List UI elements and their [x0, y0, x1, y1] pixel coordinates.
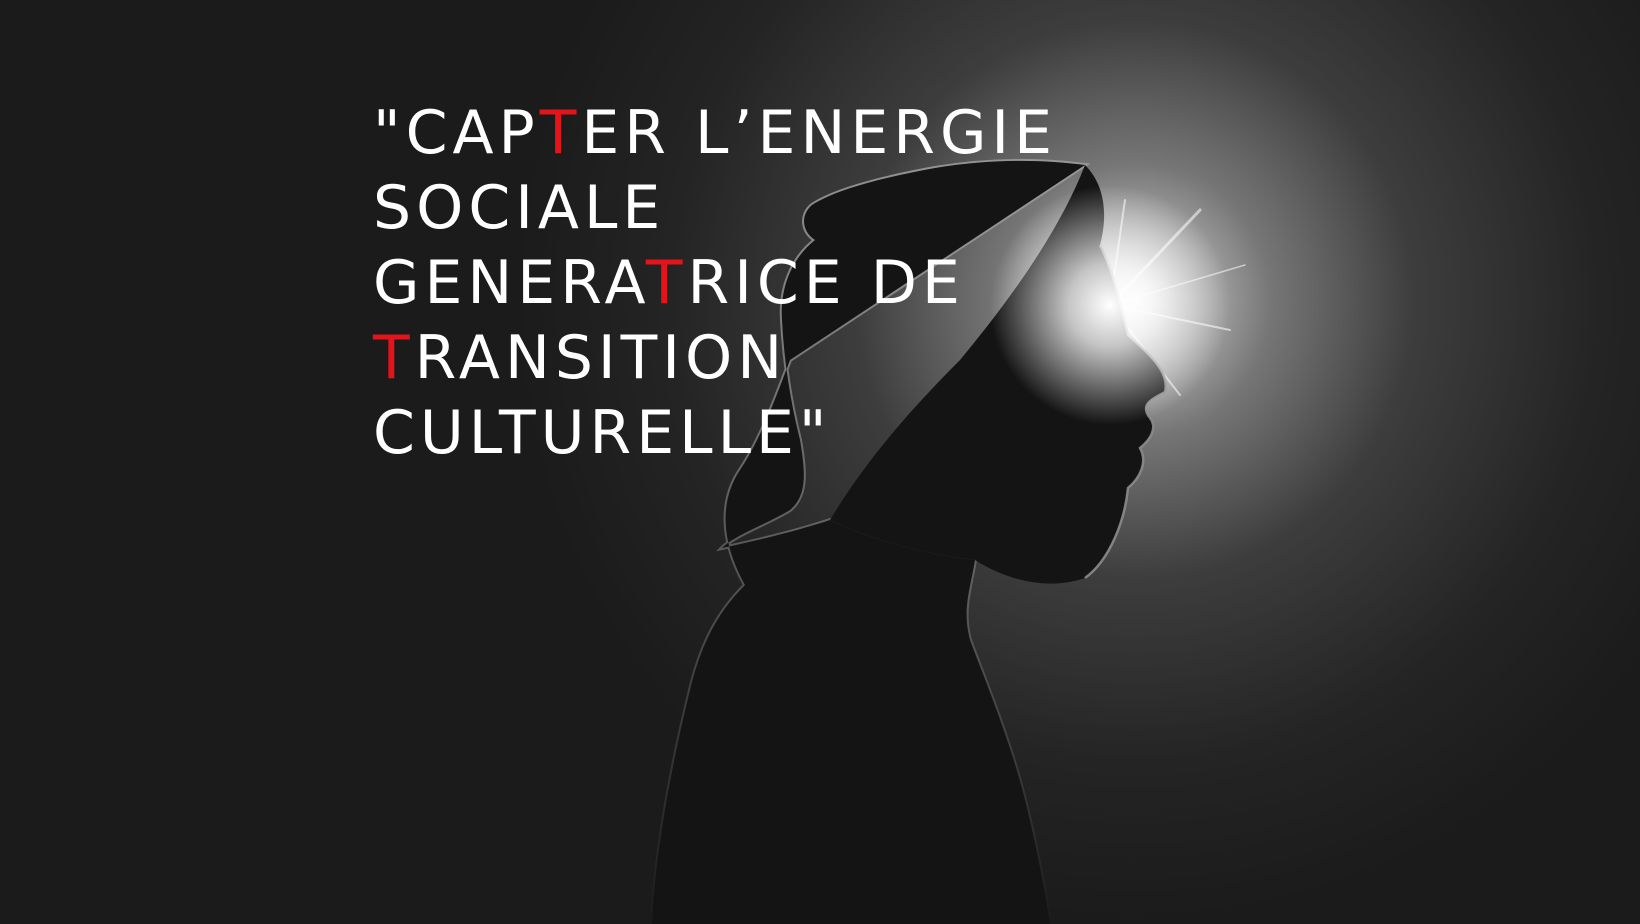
quote-line-4: TRANSITION	[373, 323, 788, 393]
quote-heading: "CAPTER L’ENERGIE SOCIALE GENERATRICE DE…	[373, 96, 1057, 471]
quote-line-2: SOCIALE	[373, 173, 666, 243]
hero-banner: "CAPTER L’ENERGIE SOCIALE GENERATRICE DE…	[0, 0, 1640, 924]
quote-line-3: GENERATRICE DE	[373, 248, 965, 318]
accent-letter: T	[645, 248, 688, 318]
accent-letter: T	[539, 98, 582, 168]
quote-line-5: CULTURELLE"	[373, 398, 832, 468]
accent-letter: T	[373, 323, 415, 393]
quote-line-1: "CAPTER L’ENERGIE	[373, 98, 1058, 168]
